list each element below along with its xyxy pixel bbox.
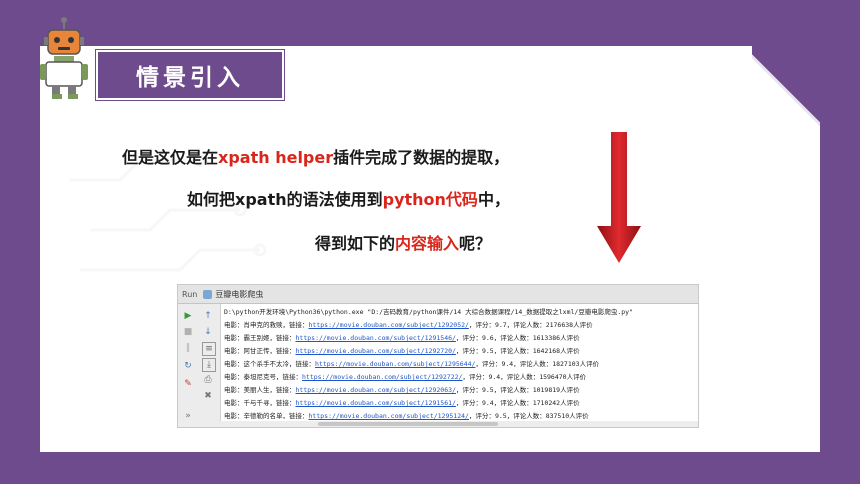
python-file-icon	[203, 289, 213, 299]
movie-link[interactable]: https://movie.douban.com/subject/1291546…	[296, 334, 456, 342]
robot-mascot-icon	[40, 17, 88, 99]
console-row: 电影：美丽人生，链接：https://movie.douban.com/subj…	[224, 386, 580, 394]
run-play-icon[interactable]: ▶	[182, 310, 194, 322]
page-fold-corner	[752, 46, 820, 132]
console-row: 电影：泰坦尼克号，链接：https://movie.douban.com/sub…	[224, 373, 587, 381]
line-3-highlight: 内容输入	[395, 234, 460, 253]
trash-icon[interactable]: ✖	[202, 390, 214, 402]
scroll-end-icon[interactable]: ⤓	[202, 358, 216, 372]
line-1-text-a: 但是这仅是在	[122, 148, 219, 167]
movie-link[interactable]: https://movie.douban.com/subject/1292722…	[302, 373, 462, 381]
scrollbar-thumb[interactable]	[318, 422, 498, 426]
section-title-box: 情景引入	[96, 50, 284, 100]
movie-link[interactable]: https://movie.douban.com/subject/1292720…	[296, 347, 456, 355]
movie-link[interactable]: https://movie.douban.com/subject/1291561…	[296, 399, 456, 407]
movie-link[interactable]: https://movie.douban.com/subject/1292052…	[309, 321, 469, 329]
console-row: 电影：肖申克的救赎，链接：https://movie.douban.com/su…	[224, 321, 593, 329]
line-2-highlight: python代码	[382, 190, 478, 209]
console-command: D:\python开发环境\Python36\python.exe "D:/吉码…	[224, 308, 633, 316]
section-title: 情景引入	[136, 65, 244, 91]
console-row: 电影：阿甘正传，链接：https://movie.douban.com/subj…	[224, 347, 580, 355]
ide-run-panel: Run 豆瓣电影爬虫 ▶ ↑ ■ ↓ ‖ ≡ ⤓ ↻ ⎙ ✎ ✖ » D:\py…	[177, 284, 699, 428]
question-line-2: 如何把xpath的语法使用到python代码中，	[187, 186, 510, 210]
console-output: D:\python开发环境\Python36\python.exe "D:/吉码…	[222, 304, 698, 427]
console-row: 电影：辛德勒的名单，链接：https://movie.douban.com/su…	[224, 412, 589, 420]
console-row: 电影：这个杀手不太冷，链接：https://movie.douban.com/s…	[224, 360, 600, 368]
arrow-up-icon[interactable]: ↑	[202, 310, 214, 322]
pause-icon[interactable]: ‖	[182, 342, 194, 354]
soft-wrap-icon[interactable]: ≡	[202, 342, 216, 356]
console-row: 电影：霸王别姬，链接：https://movie.douban.com/subj…	[224, 334, 580, 342]
run-tab-douban[interactable]: 豆瓣电影爬虫	[215, 289, 263, 300]
line-1-text-c: 插件完成了数据的提取，	[333, 148, 510, 167]
down-arrow-icon	[597, 132, 641, 263]
movie-link[interactable]: https://movie.douban.com/subject/1292063…	[296, 386, 456, 394]
horizontal-scrollbar[interactable]	[178, 421, 698, 427]
pin-icon[interactable]: ✎	[182, 378, 194, 390]
line-2-text-a: 如何把xpath的语法使用到	[187, 190, 383, 209]
stop-icon[interactable]: ■	[182, 326, 194, 338]
arrow-down-icon[interactable]: ↓	[202, 326, 214, 338]
question-line-1: 但是这仅是在xpath helper插件完成了数据的提取，	[122, 144, 509, 168]
run-toolbar: ▶ ↑ ■ ↓ ‖ ≡ ⤓ ↻ ⎙ ✎ ✖ »	[178, 304, 221, 427]
console-row: 电影：千与千寻，链接：https://movie.douban.com/subj…	[224, 399, 580, 407]
line-3-text-a: 得到如下的	[315, 234, 396, 253]
movie-link[interactable]: https://movie.douban.com/subject/1295124…	[309, 412, 469, 420]
run-label: Run	[182, 289, 198, 299]
print-icon[interactable]: ⎙	[202, 374, 214, 386]
line-2-text-c: 中，	[477, 190, 510, 209]
movie-link[interactable]: https://movie.douban.com/subject/1295644…	[315, 360, 475, 368]
rerun-icon[interactable]: ↻	[182, 360, 194, 372]
question-line-3: 得到如下的内容输入呢？	[315, 230, 491, 254]
run-tab-bar: Run 豆瓣电影爬虫	[178, 285, 698, 304]
line-3-text-c: 呢？	[459, 234, 492, 253]
line-1-highlight: xpath helper	[218, 148, 334, 167]
